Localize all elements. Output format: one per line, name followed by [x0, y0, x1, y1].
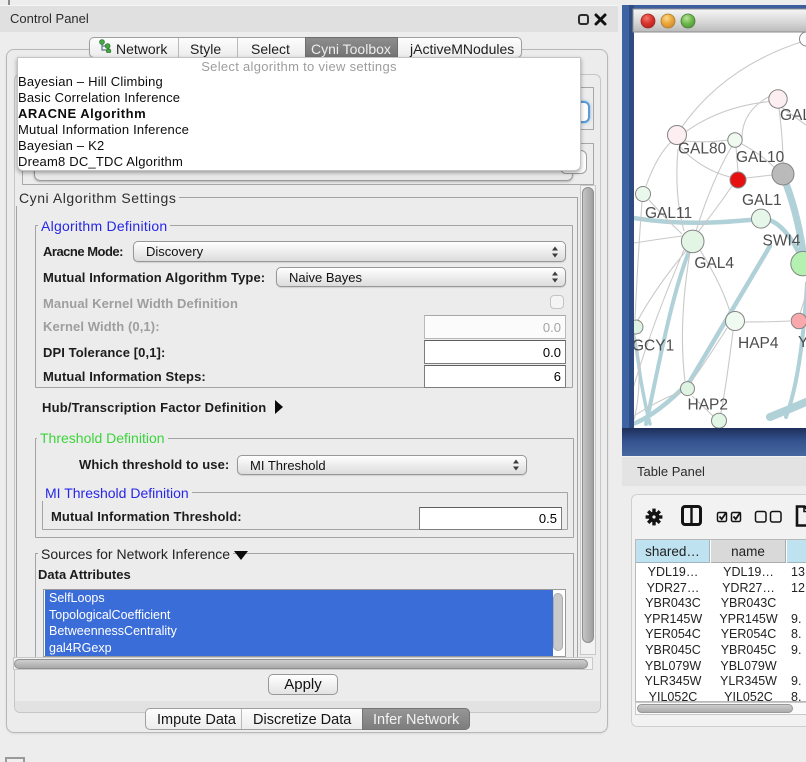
svg-text:GAL4: GAL4 — [694, 255, 734, 272]
svg-text:GAL: GAL — [780, 107, 806, 124]
svg-text:GAL80: GAL80 — [678, 141, 727, 158]
svg-text:GCY1: GCY1 — [632, 338, 674, 355]
svg-text:GAL11: GAL11 — [645, 205, 692, 222]
svg-text:HAP4: HAP4 — [738, 335, 779, 352]
svg-text:Y: Y — [798, 334, 806, 351]
svg-text:GAL1: GAL1 — [742, 192, 782, 209]
svg-text:HAP2: HAP2 — [688, 397, 729, 414]
svg-text:GAL10: GAL10 — [736, 149, 785, 166]
svg-text:SWI4: SWI4 — [763, 233, 801, 250]
